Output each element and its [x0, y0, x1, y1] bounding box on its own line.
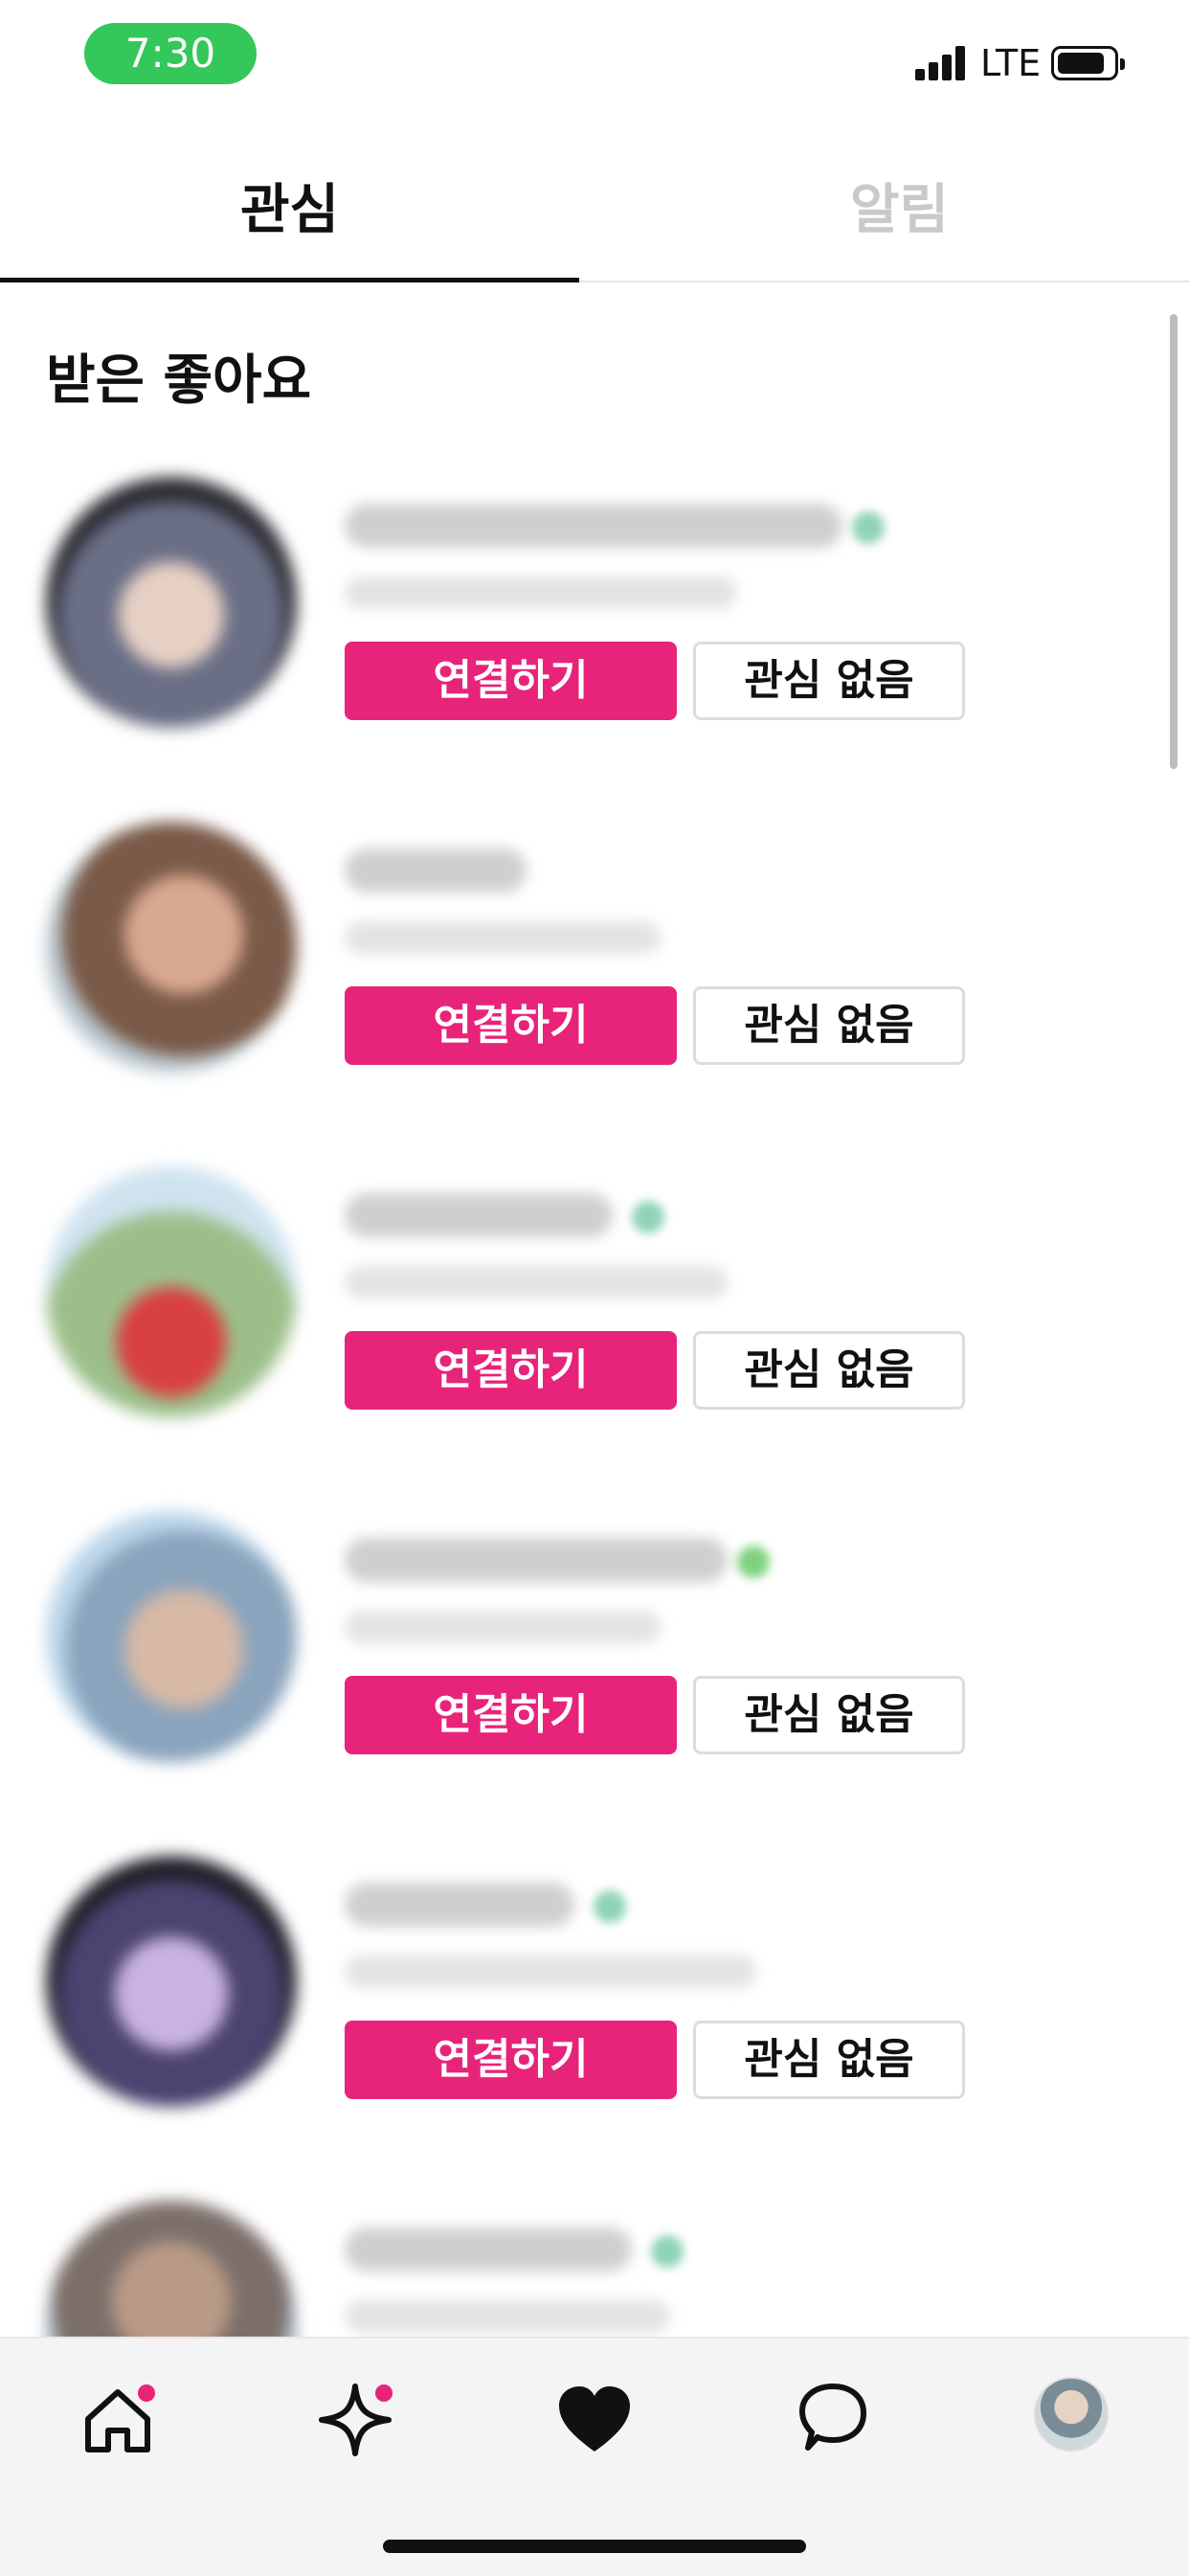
- status-bar: 7:30 LTE: [0, 0, 1189, 124]
- avatar[interactable]: [46, 1856, 297, 2107]
- nav-discover[interactable]: [312, 2377, 398, 2463]
- list-item: 연결하기 관심 없음: [0, 477, 1189, 822]
- online-dot: [594, 1890, 626, 1923]
- not-interested-button[interactable]: 관심 없음: [693, 986, 965, 1065]
- blurred-name: [345, 2227, 632, 2271]
- discover-badge: [375, 2384, 393, 2402]
- blurred-name: [345, 848, 527, 893]
- tab-interest[interactable]: 관심: [0, 144, 579, 282]
- heart-icon: [559, 2386, 630, 2452]
- chat-bubble-icon: [799, 2384, 866, 2451]
- nav-likes[interactable]: [551, 2377, 638, 2463]
- not-interested-button[interactable]: 관심 없음: [693, 1331, 965, 1410]
- section-title: 받은 좋아요: [46, 350, 312, 412]
- list-item: 연결하기 관심 없음: [0, 1511, 1189, 1856]
- blurred-details: [345, 1955, 756, 1988]
- nav-home[interactable]: [75, 2377, 161, 2463]
- profile-avatar[interactable]: [1034, 2377, 1109, 2452]
- avatar[interactable]: [46, 1166, 297, 1417]
- tab-bar: 관심 알림: [0, 144, 1189, 282]
- battery-icon: [1051, 46, 1125, 80]
- status-time: 7:30: [84, 23, 257, 84]
- online-dot: [737, 1546, 770, 1578]
- home-badge: [138, 2384, 155, 2402]
- not-interested-button[interactable]: 관심 없음: [693, 642, 965, 720]
- connect-button[interactable]: 연결하기: [345, 986, 677, 1065]
- blurred-details: [345, 1611, 661, 1643]
- connect-button[interactable]: 연결하기: [345, 1676, 677, 1754]
- network-label: LTE: [980, 42, 1042, 84]
- not-interested-button[interactable]: 관심 없음: [693, 1676, 965, 1754]
- blurred-details: [345, 921, 661, 954]
- list-item: 연결하기 관심 없음: [0, 822, 1189, 1166]
- blurred-name: [345, 504, 842, 548]
- blurred-details: [345, 2300, 670, 2333]
- connect-button[interactable]: 연결하기: [345, 1331, 677, 1410]
- avatar[interactable]: [46, 477, 297, 728]
- online-dot: [852, 511, 885, 544]
- list-item: 연결하기 관심 없음: [0, 1856, 1189, 2201]
- home-indicator: [383, 2540, 806, 2553]
- blurred-details: [345, 1266, 728, 1299]
- blurred-name: [345, 1883, 574, 1927]
- blurred-details: [345, 576, 737, 609]
- connect-button[interactable]: 연결하기: [345, 642, 677, 720]
- online-dot: [651, 2235, 684, 2268]
- avatar[interactable]: [46, 822, 297, 1073]
- signal-icon: [915, 46, 967, 80]
- online-dot: [632, 1201, 664, 1233]
- connect-button[interactable]: 연결하기: [345, 2021, 677, 2099]
- nav-chat[interactable]: [789, 2377, 875, 2463]
- not-interested-button[interactable]: 관심 없음: [693, 2021, 965, 2099]
- blurred-name: [345, 1193, 613, 1237]
- blurred-name: [345, 1538, 728, 1582]
- avatar[interactable]: [46, 1511, 297, 1762]
- tab-notifications[interactable]: 알림: [610, 144, 1189, 281]
- list-item: 연결하기 관심 없음: [0, 1166, 1189, 1511]
